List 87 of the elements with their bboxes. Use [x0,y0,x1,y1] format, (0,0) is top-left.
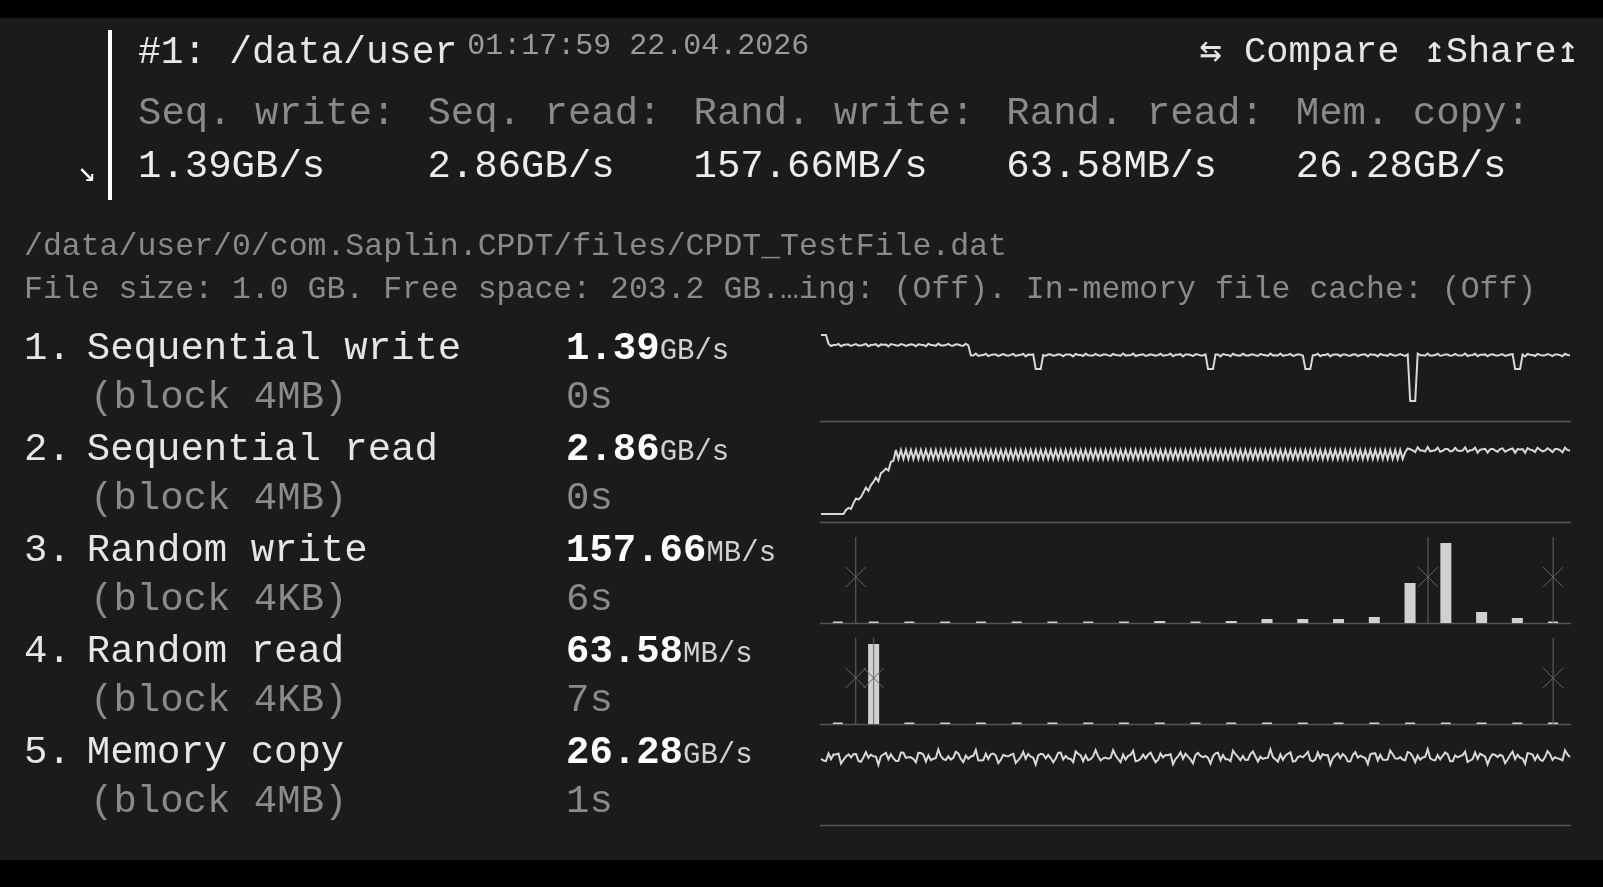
histogram-bar [904,722,915,725]
summary-value: 1.39GB/s [138,143,327,191]
summary-value: 26.28GB/s [1295,143,1508,191]
histogram-bar [1476,722,1487,725]
block-size: (block 4MB) [90,476,348,521]
histogram-bar [940,621,951,624]
histogram-bar [1047,722,1058,725]
summary-label: Mem. copy: [1295,91,1530,138]
test-number: 2. [24,427,71,475]
histogram-bar [904,621,915,624]
compare-button[interactable]: ⇆ Compare [1199,30,1400,75]
summary-value: 63.58MB/s [1006,143,1218,191]
histogram-bar [1548,621,1559,624]
speed-value: 63.58 [566,630,684,675]
summary-value: 157.66MB/s [693,143,929,191]
speed-unit: GB/s [659,436,730,470]
test-name: Memory copy [86,730,345,778]
histogram-bar [1405,722,1416,725]
histogram-bar [1262,722,1272,725]
histogram-bar [1190,722,1201,725]
histogram-bar [1512,722,1523,725]
histogram-bar [1083,722,1094,725]
summary-value: 2.86GB/s [427,143,616,191]
histogram-bar [1083,621,1094,624]
histogram-bar [1404,583,1416,624]
speed-unit: MB/s [683,638,753,672]
histogram-bar [1011,722,1022,725]
histogram-bar [1368,617,1380,624]
histogram-bar [1369,722,1380,725]
collapse-toggle[interactable]: ↘ [77,158,96,188]
test-duration: 0s [566,476,613,521]
histogram-bar [1190,621,1201,624]
speed-value: 157.66 [566,529,707,574]
test-name: Sequential read [86,427,438,475]
histogram-bar [1226,722,1237,725]
test-name: Sequential write [86,326,462,374]
histogram-bar [1261,619,1273,624]
histogram-bar [868,621,879,624]
test-name: Random read [86,629,345,677]
block-size: (block 4MB) [90,375,348,420]
timestamp: 01:17:59 22.04.2026 [467,30,810,63]
histogram-bar [975,621,986,624]
histogram-bar [975,722,986,725]
share-button[interactable]: ↥Share↥ [1423,30,1579,75]
speed-value: 26.28 [566,731,684,776]
summary-label: Rand. write: [693,91,975,138]
summary-label: Rand. read: [1006,91,1264,138]
histogram-bar [1225,621,1237,624]
histogram-bar [1047,621,1058,624]
file-info: File size: 1.0 GB. Free space: 203.2 GB.…ing: (Off). In-memory file cache: (Off) [24,270,1538,309]
summary-label: Seq. write: [138,91,396,138]
histogram-bar [1476,612,1488,624]
speed-value: 2.86 [566,428,660,473]
test-duration: 7s [566,678,613,723]
histogram-bar [1119,621,1129,624]
histogram-bar [1297,722,1308,725]
histogram-bar [1548,722,1559,725]
block-size: (block 4KB) [90,577,348,622]
speed-unit: MB/s [706,537,777,571]
histogram-bar [1154,722,1165,725]
histogram-bar [1011,621,1022,624]
histogram-bar [1297,619,1309,624]
histogram-bar [832,722,843,725]
test-number: 1. [24,326,71,374]
test-number: 3. [24,528,71,576]
histogram-bar [1440,722,1451,725]
test-duration: 1s [566,779,613,824]
test-number: 5. [24,730,71,778]
test-duration: 0s [566,375,613,420]
histogram-bar [1154,621,1166,624]
result-title: #1: /data/user [138,30,458,76]
histogram-bar [1333,619,1345,624]
test-number: 4. [24,629,71,677]
block-size: (block 4KB) [90,678,348,723]
block-size: (block 4MB) [90,779,348,824]
test-name: Random write [86,528,368,576]
histogram-bar [1511,618,1523,624]
histogram-bar [940,722,951,725]
histogram-bar [1119,722,1129,725]
file-path: /data/user/0/com.Saplin.CPDT/files/CPDT_TestFile.dat [24,228,1008,266]
test-duration: 6s [566,577,613,622]
speed-unit: GB/s [659,335,730,369]
speed-unit: GB/s [683,739,753,773]
summary-label: Seq. read: [427,91,662,138]
histogram-bar [832,621,843,624]
speed-value: 1.39 [566,327,660,372]
histogram-bar [1333,722,1344,725]
